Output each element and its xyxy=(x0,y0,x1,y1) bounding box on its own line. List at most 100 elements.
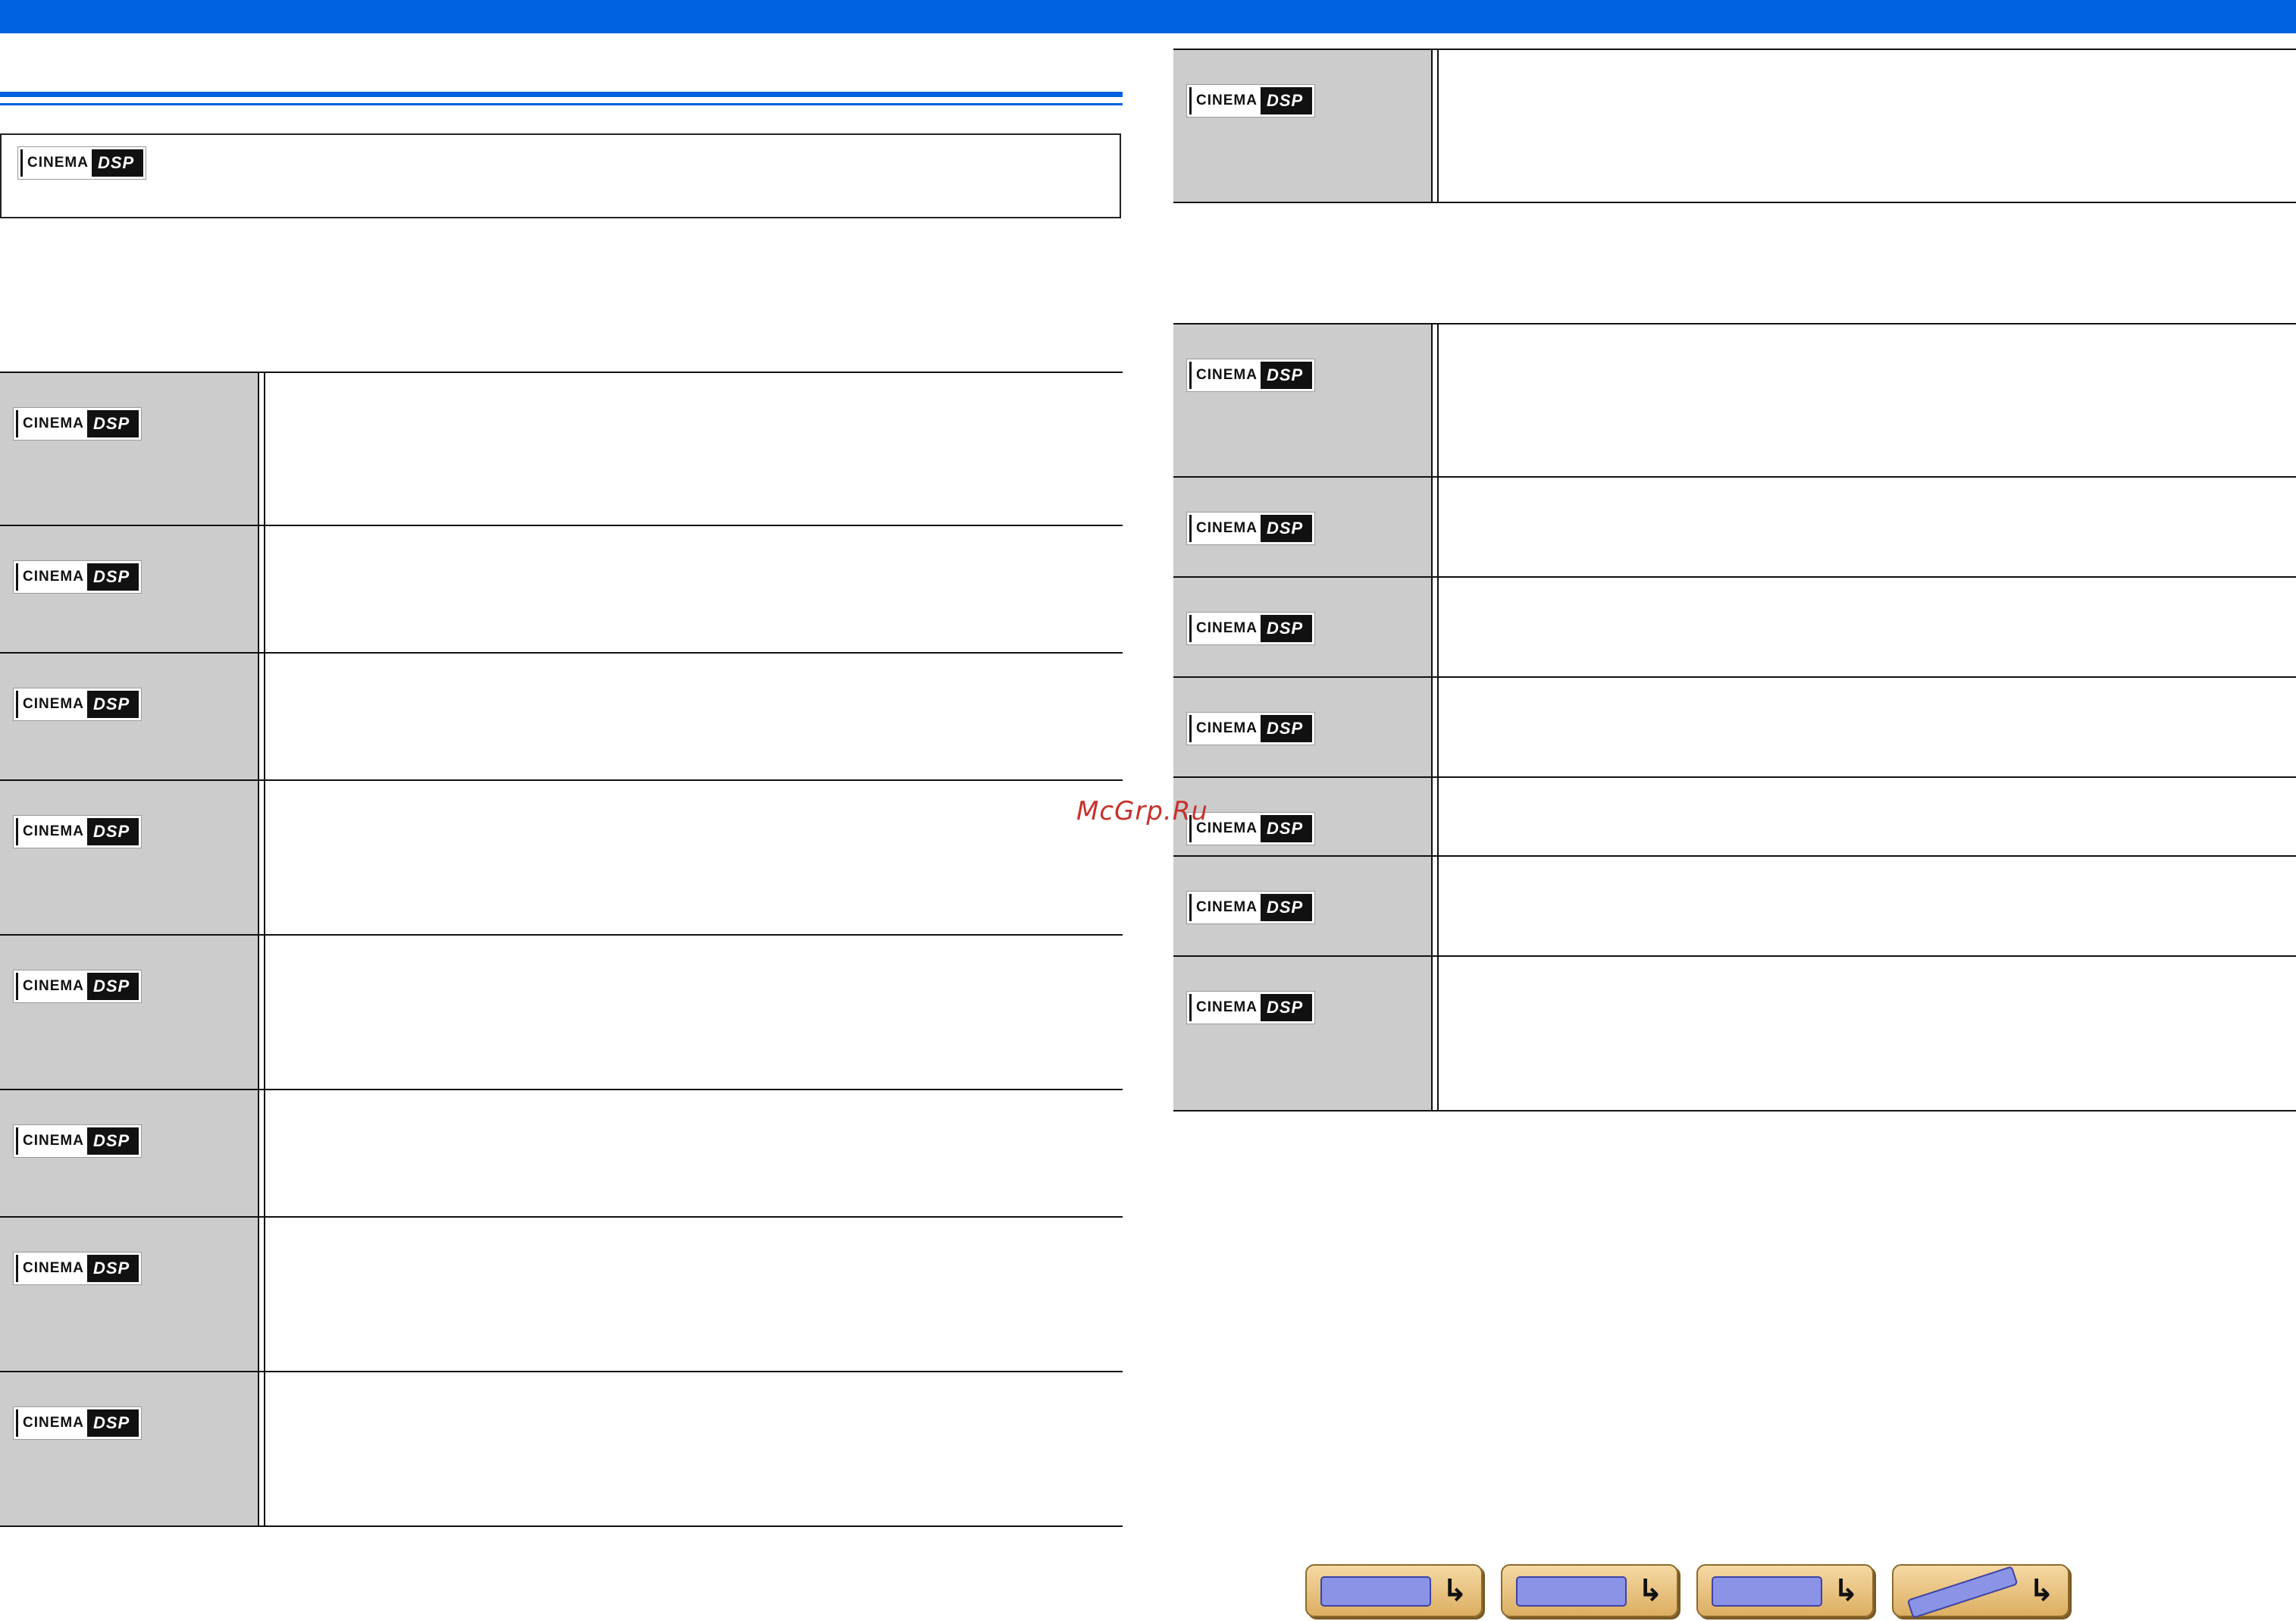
column-divider xyxy=(258,781,259,934)
rear-panel-icon xyxy=(1516,1576,1627,1607)
cinema-dsp-logo: CINEMA DSP xyxy=(14,816,142,848)
column-divider xyxy=(1437,578,1439,676)
program-description-cell xyxy=(267,526,1123,652)
program-label-cell: CINEMA DSP xyxy=(1173,857,1431,955)
program-label-cell: CINEMA DSP xyxy=(1173,578,1431,676)
return-arrow-icon: ↳ xyxy=(1833,1573,1859,1608)
program-description-cell xyxy=(267,781,1123,934)
column-divider xyxy=(258,1090,259,1216)
table-row: CINEMA DSP xyxy=(1173,857,2296,957)
cinema-dsp-logo: CINEMA DSP xyxy=(1187,513,1315,544)
navigation-bar: ↳ ↳ ↳ ↳ xyxy=(1305,1564,2069,1619)
program-label-cell: CINEMA DSP xyxy=(0,781,258,934)
cinema-dsp-logo: CINEMA DSP xyxy=(1187,992,1315,1024)
column-divider xyxy=(1431,478,1433,576)
program-label-cell: CINEMA DSP xyxy=(0,1218,258,1371)
return-arrow-icon: ↳ xyxy=(2028,1573,2054,1608)
program-description-cell xyxy=(267,1372,1123,1525)
cinema-dsp-logo: CINEMA DSP xyxy=(14,1407,142,1439)
table-row: CINEMA DSP xyxy=(0,936,1123,1090)
table-row: CINEMA DSP xyxy=(0,372,1123,526)
program-description-cell xyxy=(267,1218,1123,1371)
column-divider xyxy=(1437,957,1439,1110)
column-divider xyxy=(264,781,265,934)
heading-rule-thin xyxy=(0,103,1123,105)
program-label-cell: CINEMA DSP xyxy=(0,1372,258,1525)
cinema-dsp-logo: CINEMA DSP xyxy=(14,408,142,440)
column-divider xyxy=(258,1218,259,1371)
program-description-cell xyxy=(1440,578,2296,676)
table-row: CINEMA DSP xyxy=(0,1372,1123,1527)
heading-rule xyxy=(0,92,1123,97)
table-row: CINEMA DSP xyxy=(1173,578,2296,678)
cinema-dsp-logo: CINEMA DSP xyxy=(14,561,142,593)
table-row: CINEMA DSP xyxy=(1173,478,2296,578)
column-divider xyxy=(264,654,265,779)
column-divider xyxy=(258,373,259,525)
remote-control-nav-button[interactable]: ↳ xyxy=(1892,1564,2069,1619)
column-divider xyxy=(1437,478,1439,576)
table-row: CINEMA DSP xyxy=(1173,49,2296,203)
program-label-cell: CINEMA DSP xyxy=(1173,957,1431,1110)
column-divider xyxy=(1437,678,1439,776)
column-divider xyxy=(264,936,265,1089)
program-description-cell xyxy=(267,1090,1123,1216)
program-description-cell xyxy=(1440,957,2296,1110)
table-row: CINEMA DSP xyxy=(0,781,1123,936)
program-description-cell xyxy=(1440,325,2296,476)
column-divider xyxy=(1437,50,1439,202)
table-row: CINEMA DSP xyxy=(0,654,1123,781)
cinema-dsp-logo: CINEMA DSP xyxy=(1187,359,1315,391)
column-divider xyxy=(264,373,265,525)
column-divider xyxy=(1437,325,1439,476)
display-icon xyxy=(1712,1576,1822,1607)
left-program-table: CINEMA DSP CINEMA DSP CINEMA DSP CINEMA DSP CINE… xyxy=(0,372,1123,1527)
cinema-dsp-logo: CINEMA DSP xyxy=(14,1125,142,1157)
table-row: CINEMA DSP xyxy=(1173,957,2296,1111)
table-row: CINEMA DSP xyxy=(0,1090,1123,1218)
program-description-cell xyxy=(1440,778,2296,855)
program-label-cell: CINEMA DSP xyxy=(1173,478,1431,576)
program-description-cell xyxy=(1440,478,2296,576)
remote-control-icon xyxy=(1906,1566,2019,1619)
column-divider xyxy=(1431,578,1433,676)
table-row: CINEMA DSP xyxy=(1173,323,2296,478)
program-label-cell: CINEMA DSP xyxy=(0,936,258,1089)
table-row: CINEMA DSP xyxy=(0,1218,1123,1372)
table-row: CINEMA DSP xyxy=(1173,678,2296,778)
display-nav-button[interactable]: ↳ xyxy=(1696,1564,1874,1617)
cinema-dsp-logo: CINEMA DSP xyxy=(18,147,146,179)
program-label-cell: CINEMA DSP xyxy=(0,654,258,779)
cinema-dsp-logo: CINEMA DSP xyxy=(1187,713,1315,745)
cinema-dsp-logo: CINEMA DSP xyxy=(1187,613,1315,644)
column-divider xyxy=(258,1372,259,1525)
cinema-dsp-logo: CINEMA DSP xyxy=(14,970,142,1002)
return-arrow-icon: ↳ xyxy=(1442,1573,1467,1608)
column-divider xyxy=(258,936,259,1089)
program-label-cell: CINEMA DSP xyxy=(1173,678,1431,776)
program-label-cell: CINEMA DSP xyxy=(1173,778,1431,855)
program-label-cell: CINEMA DSP xyxy=(1173,325,1431,476)
column-divider xyxy=(264,1090,265,1216)
program-description-cell xyxy=(1440,857,2296,955)
column-divider xyxy=(1431,778,1433,855)
column-divider xyxy=(1431,678,1433,776)
column-divider xyxy=(258,526,259,652)
table-row: CINEMA DSP xyxy=(1173,778,2296,857)
front-panel-icon xyxy=(1320,1576,1431,1607)
cinema-dsp-logo: CINEMA DSP xyxy=(1187,892,1315,923)
column-divider xyxy=(1437,778,1439,855)
column-divider xyxy=(1431,325,1433,476)
top-banner xyxy=(0,0,2296,33)
program-description-cell xyxy=(1440,678,2296,776)
column-divider xyxy=(264,1372,265,1525)
front-panel-nav-button[interactable]: ↳ xyxy=(1305,1564,1483,1617)
rear-panel-nav-button[interactable]: ↳ xyxy=(1501,1564,1678,1617)
table-row: CINEMA DSP xyxy=(0,526,1123,654)
program-description-cell xyxy=(267,373,1123,525)
column-divider xyxy=(264,1218,265,1371)
right-program-table-top: CINEMA DSP xyxy=(1173,49,2296,203)
program-label-cell: CINEMA DSP xyxy=(0,373,258,525)
column-divider xyxy=(258,654,259,779)
program-description-cell xyxy=(1440,50,2296,202)
